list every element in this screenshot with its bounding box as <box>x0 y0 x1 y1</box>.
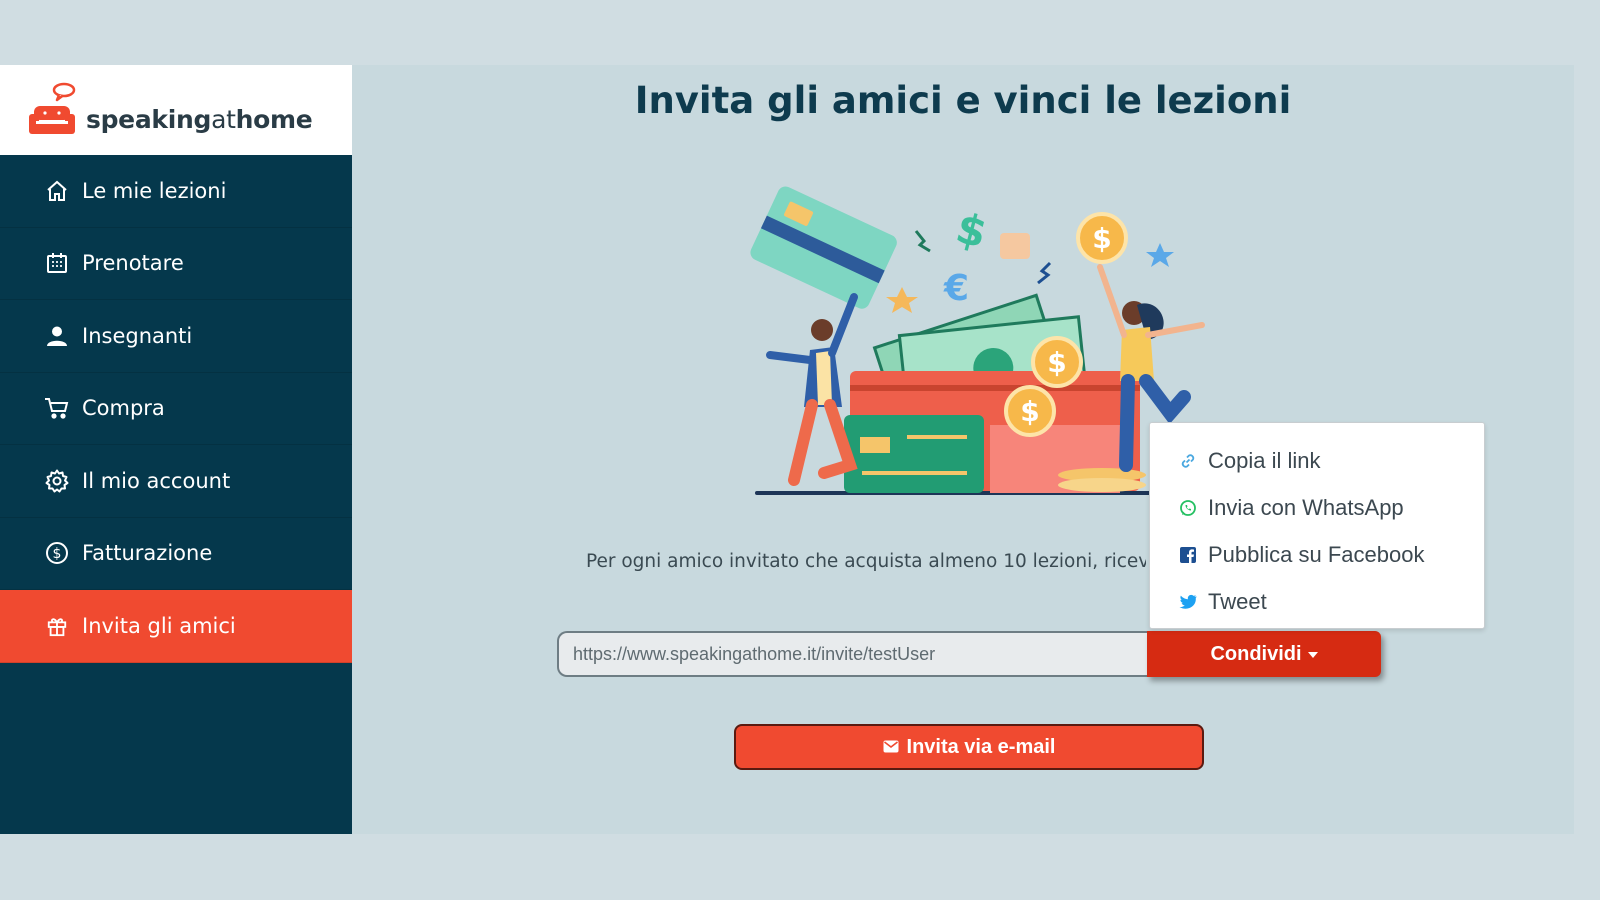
sidebar-item-label: Invita gli amici <box>82 613 236 638</box>
whatsapp-icon <box>1178 499 1198 517</box>
sidebar-item-label: Prenotare <box>82 251 184 276</box>
sidebar-item-label: Le mie lezioni <box>82 178 227 203</box>
twitter-icon <box>1178 594 1198 610</box>
svg-text:$: $ <box>1092 222 1111 255</box>
facebook-icon <box>1178 546 1198 564</box>
share-menu-label: Tweet <box>1208 588 1267 614</box>
svg-text:$: $ <box>951 203 992 258</box>
invite-email-button[interactable]: Invita via e-mail <box>734 724 1204 770</box>
share-menu-label: Invia con WhatsApp <box>1208 494 1404 520</box>
dollar-circle-icon: $ <box>44 540 70 566</box>
invite-info-text: Per ogni amico invitato che acquista alm… <box>586 551 1146 572</box>
gift-icon <box>44 613 70 639</box>
svg-text:$: $ <box>1020 395 1039 428</box>
share-dropdown-button[interactable]: Condividi <box>1147 631 1381 677</box>
sofa-logo-icon <box>29 82 76 134</box>
invite-url-field[interactable]: https://www.speakingathome.it/invite/tes… <box>557 631 1147 677</box>
sidebar-item-label: Fatturazione <box>82 541 213 566</box>
share-button-label: Condividi <box>1210 642 1302 665</box>
svg-text:€: € <box>943 268 969 309</box>
sidebar-item-label: Compra <box>82 396 165 421</box>
gear-icon <box>44 468 70 494</box>
share-menu-tweet[interactable]: Tweet <box>1150 578 1484 625</box>
caret-down-icon <box>1307 652 1318 658</box>
svg-text:$: $ <box>53 546 62 562</box>
svg-text:$: $ <box>1047 346 1066 379</box>
sidebar-item-label: Il mio account <box>82 468 231 493</box>
sidebar-item-label: Insegnanti <box>82 323 193 348</box>
share-menu: Copia il link Invia con WhatsApp Pubblic… <box>1149 422 1485 629</box>
share-menu-whatsapp[interactable]: Invia con WhatsApp <box>1150 484 1484 531</box>
logo-text: speakingathome <box>86 104 313 134</box>
user-icon <box>44 323 70 349</box>
logo[interactable]: speakingathome <box>0 65 352 155</box>
link-icon <box>1178 452 1198 470</box>
invite-email-label: Invita via e-mail <box>906 735 1056 758</box>
share-menu-copy-link[interactable]: Copia il link <box>1150 437 1484 484</box>
main-content: Invita gli amici e vinci le lezioni $ $ … <box>352 65 1574 834</box>
calendar-icon <box>44 250 70 276</box>
sidebar-nav: Le mie lezioni Prenotare Insegnanti Comp… <box>0 155 352 663</box>
sidebar-item-compra[interactable]: Compra <box>0 373 352 445</box>
envelope-icon <box>883 736 899 759</box>
sidebar-item-invita-gli-amici[interactable]: Invita gli amici <box>0 590 352 663</box>
page-title: Invita gli amici e vinci le lezioni <box>634 79 1292 122</box>
share-menu-facebook[interactable]: Pubblica su Facebook <box>1150 531 1484 578</box>
share-menu-label: Copia il link <box>1208 447 1321 473</box>
sidebar: speakingathome Le mie lezioni Prenotare … <box>0 65 352 834</box>
sidebar-item-il-mio-account[interactable]: Il mio account <box>0 445 352 518</box>
app-frame: speakingathome Le mie lezioni Prenotare … <box>0 65 1574 834</box>
home-icon <box>44 178 70 204</box>
cart-icon <box>44 395 70 421</box>
sidebar-item-prenotare[interactable]: Prenotare <box>0 228 352 300</box>
share-menu-label: Pubblica su Facebook <box>1208 541 1425 567</box>
money-celebration-illustration: $ $ $ $ € <box>750 186 1205 495</box>
sidebar-item-fatturazione[interactable]: $ Fatturazione <box>0 518 352 590</box>
sidebar-item-le-mie-lezioni[interactable]: Le mie lezioni <box>0 155 352 228</box>
sidebar-item-insegnanti[interactable]: Insegnanti <box>0 300 352 373</box>
